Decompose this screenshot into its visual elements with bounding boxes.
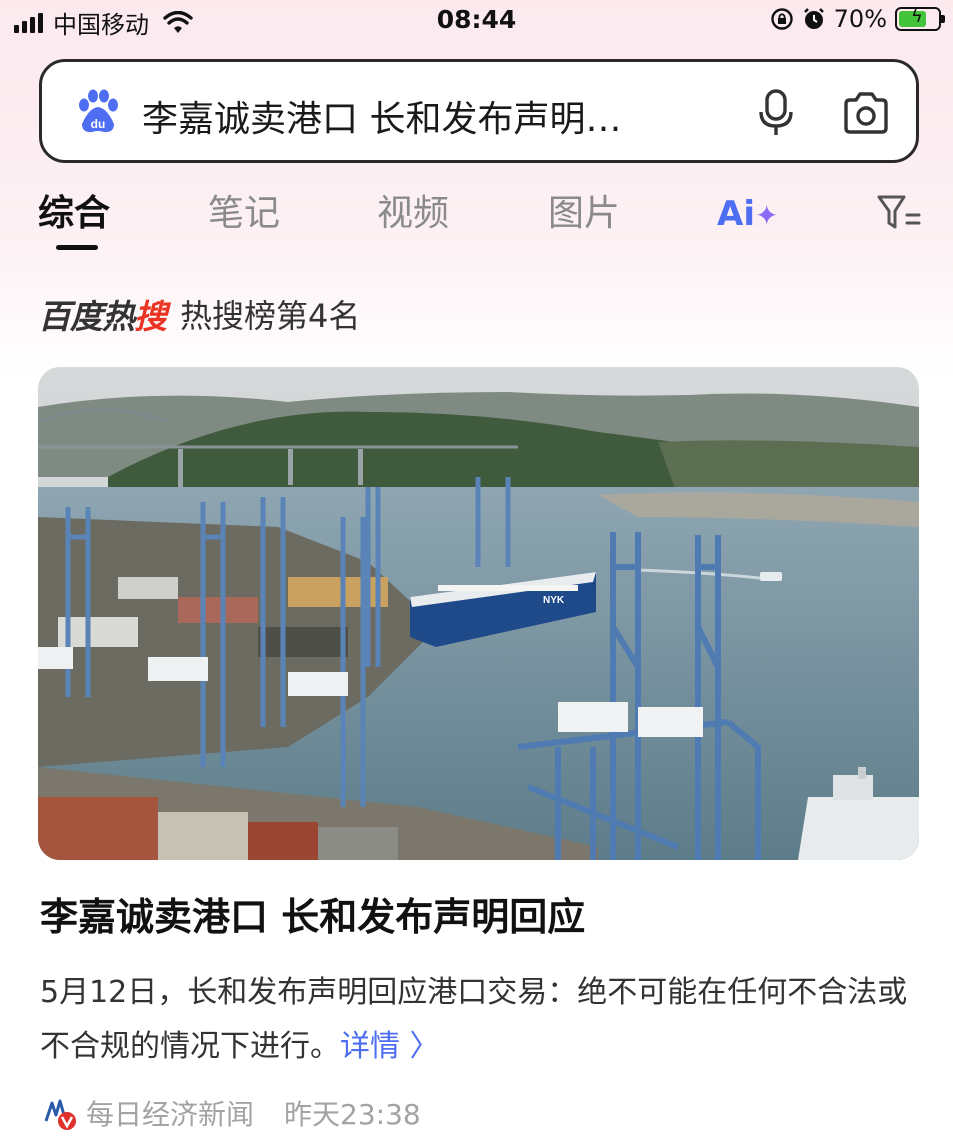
sparkle-icon: ✦ [754, 199, 779, 232]
tab-comprehensive[interactable]: 综合 [38, 184, 110, 236]
alarm-icon [803, 8, 824, 29]
filter-icon[interactable] [876, 193, 922, 233]
search-input[interactable]: 李嘉诚卖港口 长和发布声明… [142, 90, 722, 142]
tab-notes[interactable]: 笔记 [208, 184, 280, 236]
status-bar: 中国移动 08:44 70% ϟ [0, 0, 953, 40]
tab-ai[interactable]: Ai✦ [717, 194, 778, 234]
battery-icon: ϟ [895, 6, 945, 31]
hot-search-row[interactable]: 百度热搜 热搜榜第4名 [38, 290, 360, 338]
news-summary: 5月12日，长和发布声明回应港口交易：绝不可能在任何不合法或不合规的情况下进行。… [40, 966, 910, 1074]
news-source[interactable]: 每日经济新闻 [86, 1093, 254, 1133]
camera-icon[interactable] [842, 92, 890, 134]
battery-percent: 70% [833, 5, 887, 33]
tab-bar: 综合 笔记 视频 图片 [0, 184, 953, 254]
news-source-row: 每日经济新闻 昨天23:38 [42, 1093, 421, 1133]
news-title[interactable]: 李嘉诚卖港口 长和发布声明回应 [40, 886, 585, 941]
ai-tab-label: Ai [717, 194, 755, 234]
svg-text:du: du [91, 117, 106, 131]
hot-search-rank: 热搜榜第4名 [180, 297, 361, 335]
svg-text:NYK: NYK [543, 595, 565, 606]
search-bar[interactable]: du 李嘉诚卖港口 长和发布声明… [39, 59, 919, 163]
status-right: 70% ϟ [770, 5, 945, 33]
detail-link[interactable]: 详情 〉 [340, 1029, 440, 1064]
active-tab-indicator [56, 245, 98, 250]
news-time: 昨天23:38 [284, 1098, 421, 1131]
port-photo: NYK [38, 367, 919, 860]
orientation-lock-icon [770, 8, 793, 30]
microphone-icon[interactable] [758, 88, 794, 138]
baidu-paw-icon: du [79, 89, 118, 133]
news-summary-text: 5月12日，长和发布声明回应港口交易：绝不可能在任何不合法或不合规的情况下进行。 [40, 975, 908, 1064]
baidu-hot-search-logo: 百度热搜 [38, 297, 167, 336]
charging-icon: ϟ [911, 6, 923, 27]
source-logo-icon [44, 1099, 76, 1130]
tab-videos[interactable]: 视频 [377, 184, 449, 236]
news-image[interactable]: NYK [38, 367, 919, 860]
tab-images[interactable]: 图片 [548, 184, 620, 236]
